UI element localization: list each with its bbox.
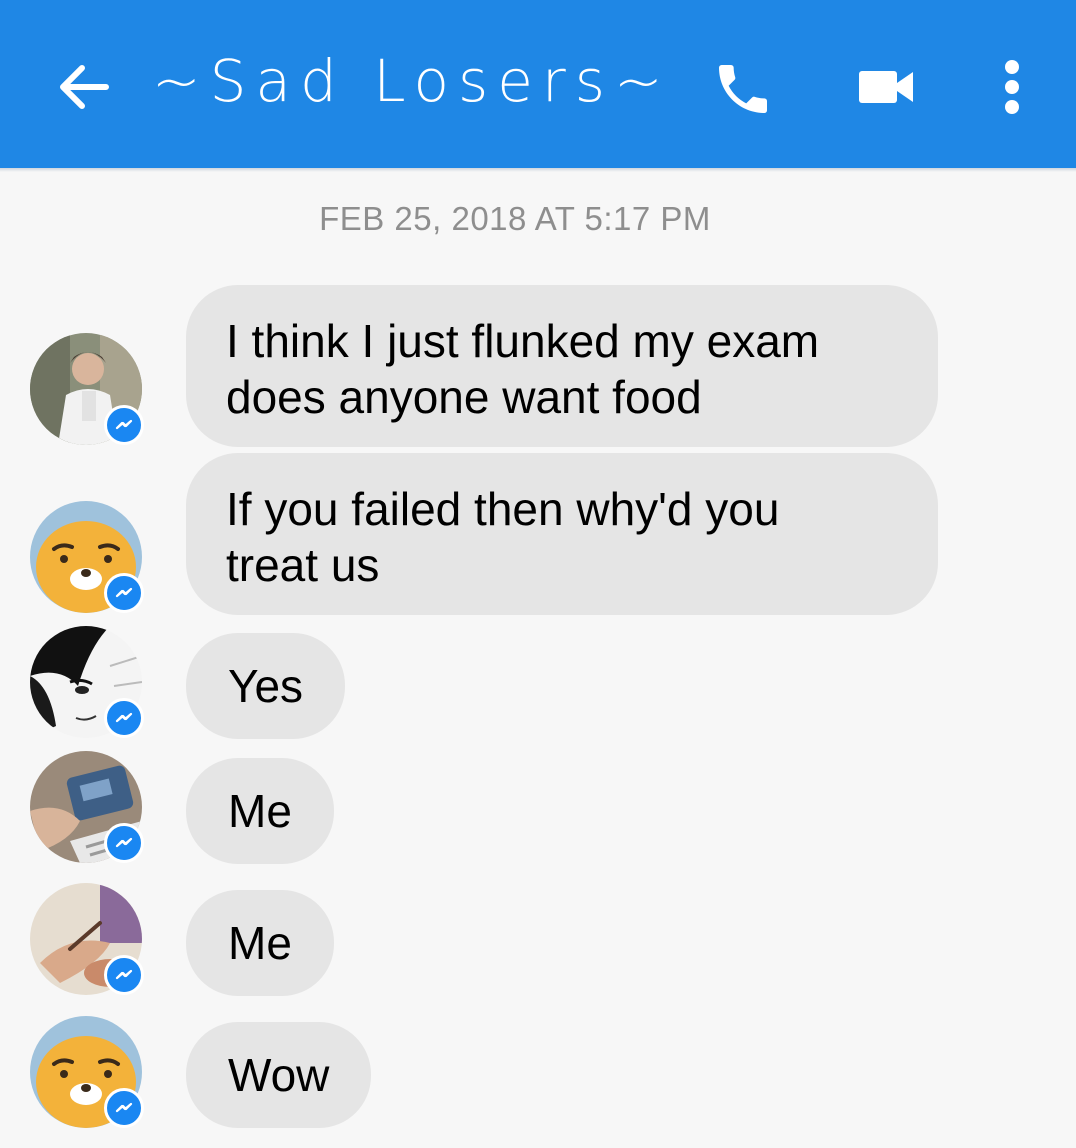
sender-avatar[interactable] bbox=[30, 626, 144, 738]
sender-avatar[interactable] bbox=[30, 1016, 144, 1128]
phone-icon bbox=[719, 65, 767, 113]
messenger-badge bbox=[104, 823, 144, 863]
message-bubble[interactable]: Wow bbox=[186, 1022, 372, 1128]
app-bar-shadow bbox=[0, 168, 1076, 172]
video-camera-icon bbox=[859, 71, 913, 103]
more-options-button[interactable] bbox=[988, 50, 1036, 124]
message-bubble[interactable]: Me bbox=[186, 758, 334, 864]
message-bubble[interactable]: I think I just flunked my exam does anyo… bbox=[186, 285, 938, 447]
message-text: I think I just flunked my exam does anyo… bbox=[226, 315, 820, 423]
message-bubble[interactable]: If you failed then why'd you treat us bbox=[186, 453, 938, 615]
sender-avatar[interactable] bbox=[30, 883, 144, 995]
messenger-icon bbox=[115, 969, 133, 980]
messenger-icon bbox=[115, 587, 133, 598]
message-bubble[interactable]: Yes bbox=[186, 633, 346, 739]
message-text: Yes bbox=[228, 660, 304, 712]
sender-avatar[interactable] bbox=[30, 501, 144, 613]
messenger-badge bbox=[104, 573, 144, 613]
message-bubble[interactable]: Me bbox=[186, 890, 334, 996]
back-button[interactable] bbox=[52, 56, 114, 118]
back-arrow-icon bbox=[60, 65, 109, 109]
video-call-button[interactable] bbox=[848, 52, 926, 122]
conversation-title: ~Sad Losers~ bbox=[152, 47, 672, 115]
messenger-icon bbox=[115, 1102, 133, 1113]
message-text: Me bbox=[228, 917, 292, 969]
message-text: Me bbox=[228, 785, 292, 837]
message-text: If you failed then why'd you treat us bbox=[226, 483, 780, 591]
messenger-icon bbox=[115, 837, 133, 848]
more-vert-icon bbox=[1005, 60, 1019, 114]
messenger-badge bbox=[104, 1088, 144, 1128]
messenger-icon bbox=[115, 712, 133, 723]
sender-avatar[interactable] bbox=[30, 333, 144, 445]
messenger-badge bbox=[104, 955, 144, 995]
messenger-badge bbox=[104, 698, 144, 738]
voice-call-button[interactable] bbox=[704, 50, 782, 128]
message-text: Wow bbox=[228, 1049, 330, 1101]
messenger-badge bbox=[104, 405, 144, 445]
sender-avatar[interactable] bbox=[30, 751, 144, 863]
messenger-icon bbox=[115, 419, 133, 430]
message-timestamp: FEB 25, 2018 AT 5:17 PM bbox=[319, 200, 711, 237]
